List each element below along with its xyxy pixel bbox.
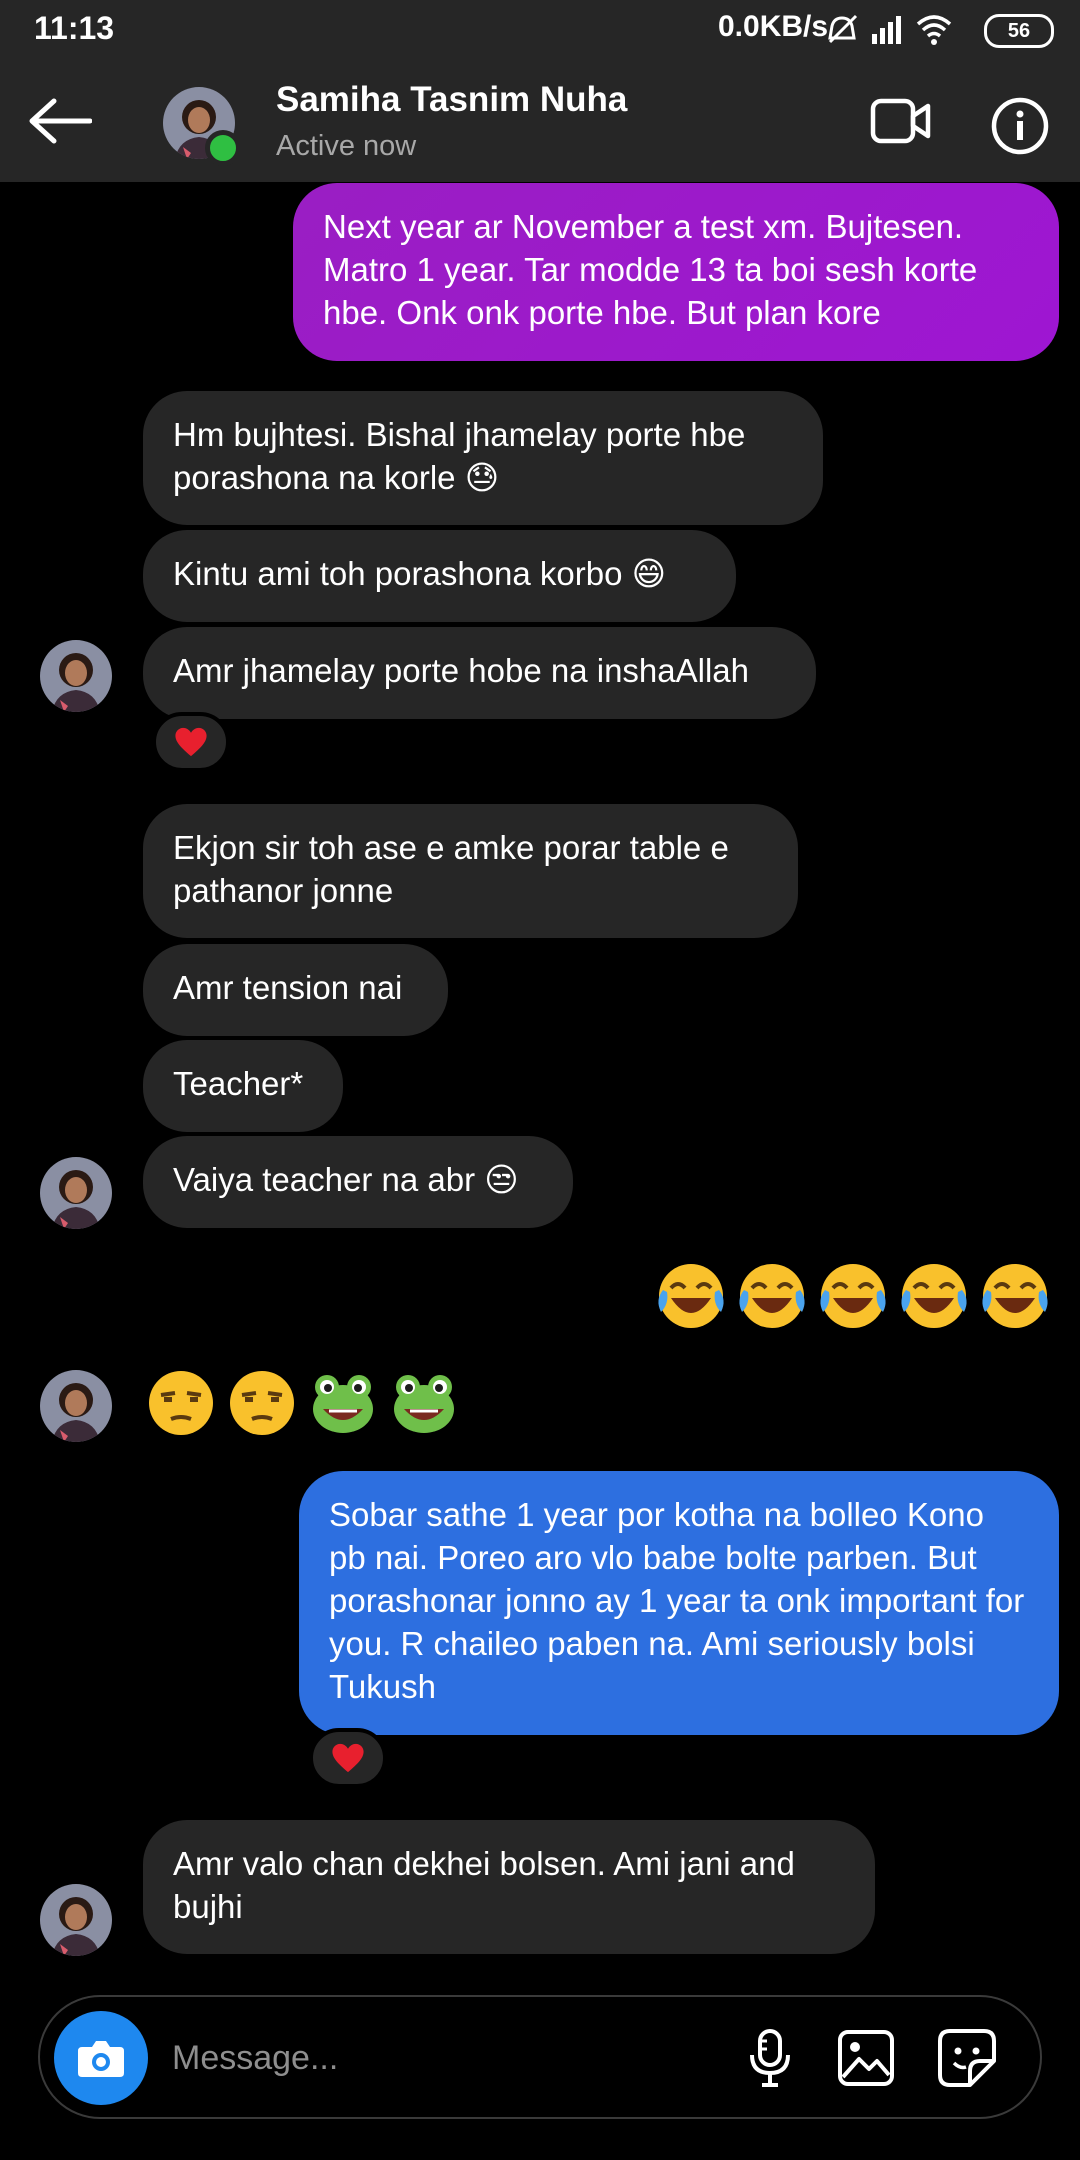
reaction-heart[interactable]	[309, 1728, 387, 1788]
message-text: Amr jhamelay porte hobe na inshaAllah	[173, 652, 750, 689]
message-text: Amr valo chan dekhei bolsen. Ami jani an…	[173, 1845, 795, 1925]
avatar[interactable]	[40, 1157, 112, 1229]
message-incoming[interactable]: Amr valo chan dekhei bolsen. Ami jani an…	[143, 1820, 875, 1954]
heart-icon	[331, 1742, 365, 1774]
online-indicator	[205, 130, 241, 166]
message-text: Hm bujhtesi. Bishal jhamelay porte hbe p…	[173, 416, 746, 496]
frog-emoji-icon	[388, 1367, 460, 1439]
message-incoming[interactable]: Hm bujhtesi. Bishal jhamelay porte hbe p…	[143, 391, 823, 525]
message-text: Amr tension nai	[173, 969, 403, 1006]
message-incoming[interactable]: Teacher*	[143, 1040, 343, 1132]
battery-icon: 56	[984, 14, 1054, 48]
message-outgoing[interactable]: Sobar sathe 1 year por kotha na bolleo K…	[299, 1471, 1059, 1735]
laugh-emoji-icon	[736, 1260, 808, 1332]
message-incoming[interactable]: Vaiya teacher na abr 😒	[143, 1136, 573, 1228]
message-text: Vaiya teacher na abr 😒	[173, 1161, 519, 1198]
frog-emoji-icon	[307, 1367, 379, 1439]
sticker-icon[interactable]	[936, 2027, 998, 2094]
avatar[interactable]	[40, 640, 112, 712]
message-incoming[interactable]: Kintu ami toh porashona korbo 😄	[143, 530, 736, 622]
message-text: Next year ar November a test xm. Bujtese…	[323, 208, 978, 331]
unamused-emoji-icon	[226, 1367, 298, 1439]
heart-icon	[174, 726, 208, 758]
status-bar: 11:13 0.0KB/s 56	[0, 0, 1080, 60]
video-call-icon[interactable]	[870, 98, 932, 149]
reaction-heart[interactable]	[152, 712, 230, 772]
avatar[interactable]	[40, 1884, 112, 1956]
message-outgoing-emoji[interactable]: 😂😂😂😂😂	[655, 1260, 1060, 1332]
info-icon[interactable]	[990, 96, 1050, 161]
microphone-icon[interactable]	[740, 2027, 800, 2094]
chat-header: Samiha Tasnim Nuha Active now	[0, 60, 1080, 182]
message-incoming[interactable]: Ekjon sir toh ase e amke porar table e p…	[143, 804, 798, 938]
back-arrow-icon[interactable]	[28, 98, 93, 149]
gallery-icon[interactable]	[835, 2027, 897, 2094]
signal-icon	[872, 16, 901, 44]
camera-icon	[78, 2041, 124, 2077]
unamused-emoji-icon	[145, 1367, 217, 1439]
laugh-emoji-icon	[817, 1260, 889, 1332]
network-speed: 0.0KB/s	[718, 10, 829, 43]
contact-name[interactable]: Samiha Tasnim Nuha	[276, 80, 627, 120]
message-text: Kintu ami toh porashona korbo 😄	[173, 555, 667, 592]
message-composer	[38, 1995, 1042, 2119]
laugh-emoji-icon	[979, 1260, 1051, 1332]
wifi-icon	[916, 15, 952, 38]
mute-icon	[828, 14, 952, 45]
contact-status: Active now	[276, 130, 417, 162]
message-text: Teacher*	[173, 1065, 304, 1102]
message-incoming[interactable]: Amr jhamelay porte hobe na inshaAllah	[143, 627, 816, 719]
status-time: 11:13	[34, 10, 115, 46]
message-input[interactable]	[170, 2031, 734, 2085]
message-incoming-emoji[interactable]: 😒😒🐸🐸	[145, 1367, 469, 1439]
laugh-emoji-icon	[655, 1260, 727, 1332]
message-text: Ekjon sir toh ase e amke porar table e p…	[173, 829, 729, 909]
message-outgoing[interactable]: Next year ar November a test xm. Bujtese…	[293, 183, 1059, 361]
message-text: Sobar sathe 1 year por kotha na bolleo K…	[329, 1496, 1025, 1705]
camera-button[interactable]	[54, 2011, 148, 2105]
avatar[interactable]	[40, 1370, 112, 1442]
status-icons	[826, 12, 976, 53]
laugh-emoji-icon	[898, 1260, 970, 1332]
message-incoming[interactable]: Amr tension nai	[143, 944, 448, 1036]
